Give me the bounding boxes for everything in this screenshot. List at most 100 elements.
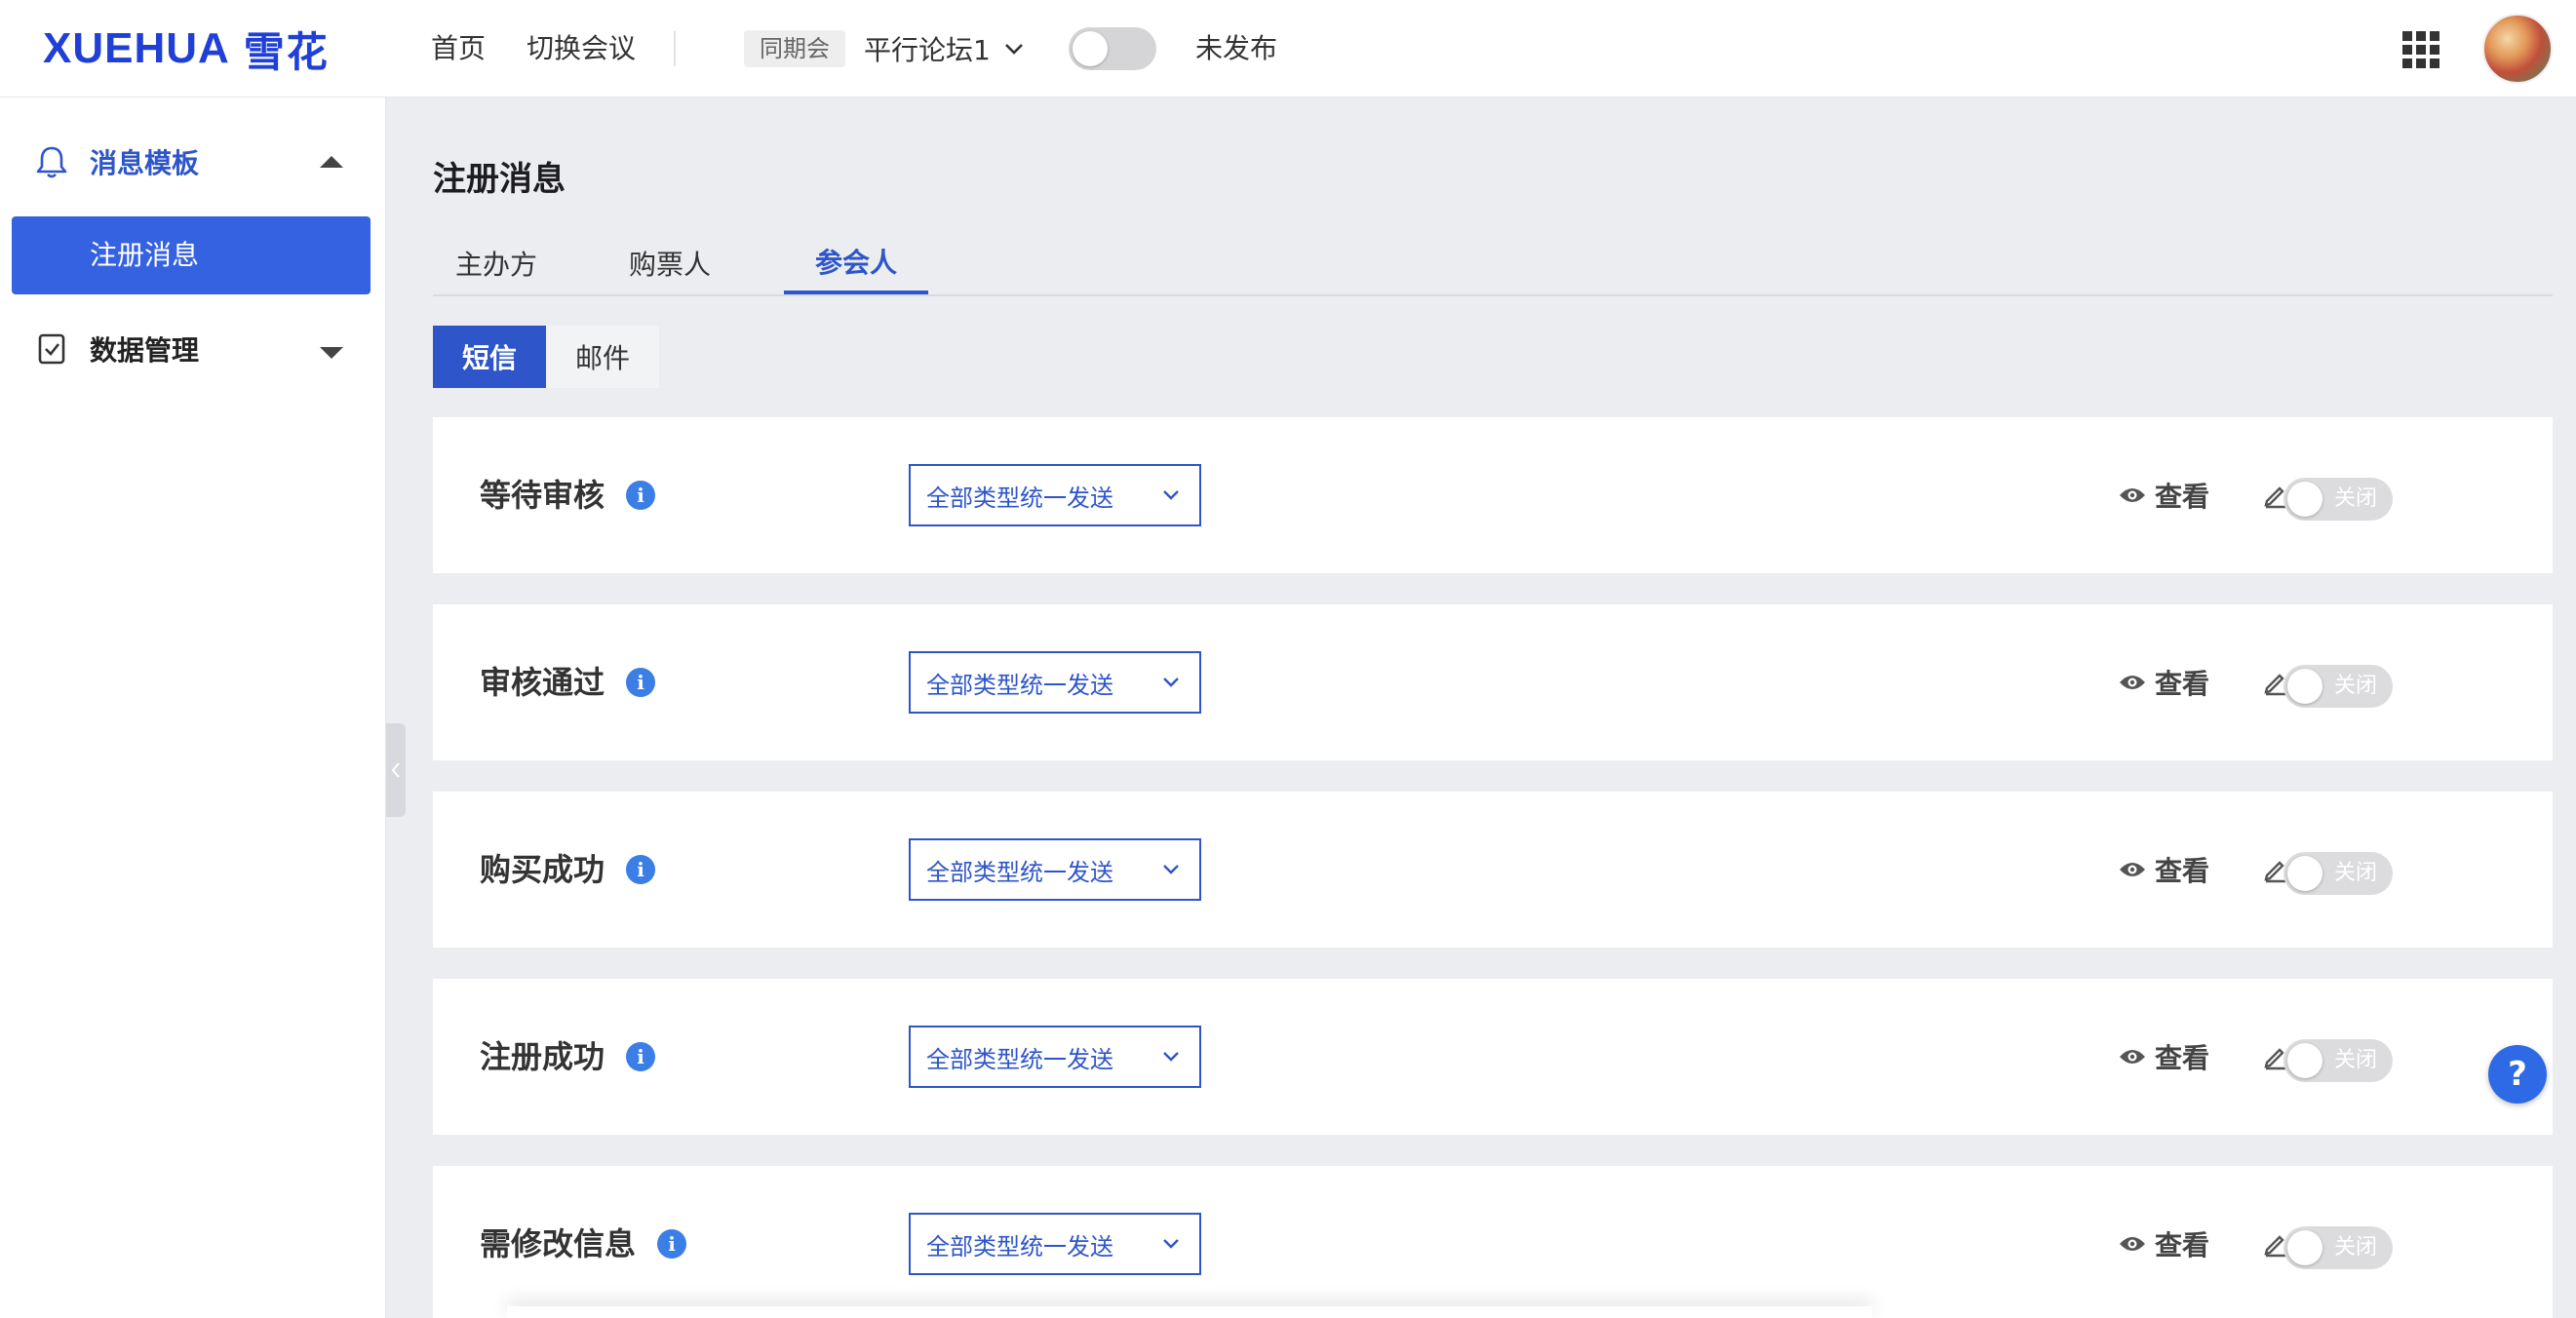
channel-sms-button[interactable]: 短信 <box>433 326 546 388</box>
help-button[interactable]: ? <box>2488 1045 2547 1104</box>
view-label: 查看 <box>2155 1042 2210 1074</box>
brand-logo[interactable]: XUEHUA 雪花 <box>43 21 330 76</box>
eye-icon <box>2120 1050 2145 1064</box>
bell-icon <box>36 146 67 178</box>
sidebar-group-label: 消息模板 <box>90 147 200 179</box>
send-mode-value: 全部类型统一发送 <box>926 671 1113 699</box>
eye-icon <box>2120 488 2145 502</box>
template-card: 等待审核 i 全部类型统一发送 查看 编辑 关闭 <box>433 417 2553 573</box>
sidebar-collapse-handle[interactable] <box>386 723 406 817</box>
chevron-down-icon <box>1163 1239 1179 1249</box>
send-mode-value: 全部类型统一发送 <box>926 1232 1113 1260</box>
send-mode-value: 全部类型统一发送 <box>926 1045 1113 1073</box>
sidebar-item-registration-message[interactable]: 注册消息 <box>12 216 371 294</box>
send-mode-select[interactable]: 全部类型统一发送 <box>909 1026 1201 1088</box>
conference-select-value: 平行论坛1 <box>864 34 991 66</box>
view-button[interactable]: 查看 <box>2118 846 2209 893</box>
page-title: 注册消息 <box>433 160 566 199</box>
apps-grid-icon[interactable] <box>2402 31 2439 68</box>
view-label: 查看 <box>2155 855 2210 887</box>
template-enable-toggle[interactable]: 关闭 <box>2283 852 2393 895</box>
chevron-down-icon <box>1163 490 1179 500</box>
template-title: 等待审核 i <box>480 472 656 519</box>
chevron-down-icon <box>1163 678 1179 687</box>
view-button[interactable]: 查看 <box>2118 472 2209 519</box>
view-button[interactable]: 查看 <box>2118 1033 2209 1080</box>
template-title-text: 注册成功 <box>480 1038 605 1075</box>
publish-toggle-knob <box>1073 31 1108 66</box>
sidebar-group-message-templates[interactable]: 消息模板 <box>0 123 386 201</box>
info-icon[interactable]: i <box>657 1229 687 1259</box>
sidebar-group-data-management[interactable]: 数据管理 <box>0 310 386 388</box>
view-label: 查看 <box>2155 1229 2210 1261</box>
toggle-state-text: 关闭 <box>2334 486 2378 511</box>
conference-select[interactable]: 平行论坛1 <box>864 27 1024 70</box>
template-enable-toggle[interactable]: 关闭 <box>2283 1039 2393 1082</box>
template-enable-toggle[interactable]: 关闭 <box>2283 478 2393 521</box>
nav-home-link[interactable]: 首页 <box>431 27 486 70</box>
toggle-knob <box>2287 1043 2322 1078</box>
send-mode-value: 全部类型统一发送 <box>926 858 1113 886</box>
send-mode-select[interactable]: 全部类型统一发送 <box>909 838 1201 901</box>
eye-icon <box>2120 1237 2145 1251</box>
send-mode-select[interactable]: 全部类型统一发送 <box>909 1213 1201 1275</box>
clipboard-check-icon <box>38 333 65 365</box>
template-card: 注册成功 i 全部类型统一发送 查看 编辑 关闭 <box>433 979 2553 1135</box>
toggle-state-text: 关闭 <box>2334 674 2378 698</box>
template-card: 购买成功 i 全部类型统一发送 查看 编辑 关闭 <box>433 792 2553 948</box>
template-enable-toggle[interactable]: 关闭 <box>2283 1226 2393 1269</box>
bottom-scroll-shadow <box>507 1306 1872 1318</box>
send-mode-value: 全部类型统一发送 <box>926 484 1113 512</box>
template-card: 审核通过 i 全部类型统一发送 查看 编辑 关闭 <box>433 604 2553 760</box>
caret-up-icon <box>320 156 343 168</box>
publish-status-text: 未发布 <box>1195 32 1278 64</box>
toggle-knob <box>2287 482 2322 517</box>
toggle-knob <box>2287 1230 2322 1265</box>
avatar[interactable] <box>2482 14 2553 84</box>
logo-latin-text: XUEHUA <box>43 24 230 72</box>
channel-email-button[interactable]: 邮件 <box>546 326 659 388</box>
tab-organizer[interactable]: 主办方 <box>433 232 560 294</box>
template-title-text: 等待审核 <box>480 477 605 514</box>
toggle-state-text: 关闭 <box>2334 861 2378 885</box>
caret-down-icon <box>320 347 343 359</box>
view-button[interactable]: 查看 <box>2118 659 2209 706</box>
view-label: 查看 <box>2155 668 2210 700</box>
sidebar: 消息模板 注册消息 数据管理 <box>0 97 386 1318</box>
send-mode-select[interactable]: 全部类型统一发送 <box>909 464 1201 526</box>
sidebar-group-label: 数据管理 <box>90 334 200 367</box>
toggle-knob <box>2287 856 2322 891</box>
template-title-text: 购买成功 <box>480 851 605 888</box>
template-title: 审核通过 i <box>480 659 656 706</box>
info-icon[interactable]: i <box>626 668 656 697</box>
tab-ticket-buyer[interactable]: 购票人 <box>606 232 733 294</box>
info-icon[interactable]: i <box>626 481 656 510</box>
tab-attendee[interactable]: 参会人 <box>784 232 928 294</box>
send-mode-select[interactable]: 全部类型统一发送 <box>909 651 1201 714</box>
top-header: XUEHUA 雪花 首页 切换会议 同期会 平行论坛1 未发布 <box>0 0 2576 97</box>
template-title: 购买成功 i <box>480 846 656 893</box>
template-card: 需修改信息 i 全部类型统一发送 查看 编辑 关闭 <box>433 1166 2553 1318</box>
template-title-text: 需修改信息 <box>480 1225 637 1262</box>
info-icon[interactable]: i <box>626 1042 656 1071</box>
eye-icon <box>2120 676 2145 689</box>
chevron-left-icon <box>391 762 400 778</box>
nav-divider <box>674 31 676 66</box>
chevron-down-icon <box>1163 1052 1179 1062</box>
toggle-knob <box>2287 669 2322 704</box>
info-icon[interactable]: i <box>626 855 656 884</box>
logo-cn-text: 雪花 <box>243 27 330 76</box>
template-title-text: 审核通过 <box>480 664 605 701</box>
toggle-state-text: 关闭 <box>2334 1235 2378 1260</box>
publish-toggle[interactable] <box>1069 27 1156 70</box>
chevron-down-icon <box>1163 865 1179 874</box>
same-period-tag: 同期会 <box>744 30 845 67</box>
eye-icon <box>2120 863 2145 876</box>
channel-segmented-control: 短信 邮件 <box>433 326 659 388</box>
template-enable-toggle[interactable]: 关闭 <box>2283 665 2393 708</box>
nav-switch-conference-link[interactable]: 切换会议 <box>527 27 636 70</box>
chevron-down-icon <box>1004 44 1023 55</box>
audience-tabs: 主办方 购票人 参会人 <box>433 232 2553 296</box>
view-label: 查看 <box>2155 481 2210 513</box>
view-button[interactable]: 查看 <box>2118 1221 2209 1267</box>
